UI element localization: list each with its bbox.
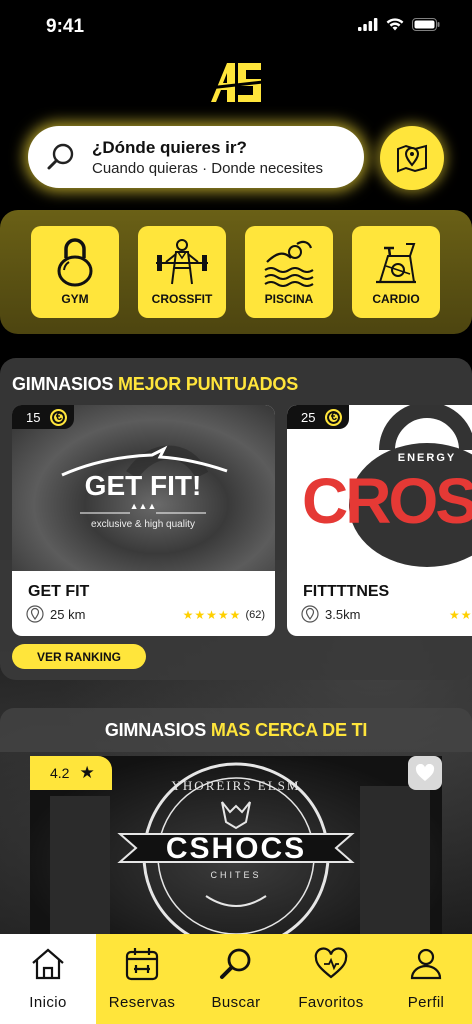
crossfit-logo: ENERGY CROSS	[302, 405, 472, 567]
gym-card[interactable]: GET FIT! ▲▲▲ exclusive & high quality 15…	[12, 405, 275, 636]
gym-card[interactable]: ENERGY CROSS 25 € FITTTTNES 3.5km ★★	[287, 405, 472, 636]
price-badge: 15 €	[12, 405, 74, 429]
gym-rating: ★★	[449, 608, 472, 622]
rating-value: 4.2	[50, 765, 70, 781]
nav-label: Favoritos	[298, 994, 364, 1011]
search-icon	[220, 948, 251, 979]
category-gym[interactable]: GYM	[31, 226, 119, 318]
battery-icon	[412, 18, 440, 31]
weightlifter-icon	[156, 239, 208, 285]
kettlebell-icon	[57, 238, 93, 287]
location-pin-icon	[26, 605, 44, 623]
gym-rating: ★★★★★ (62)	[183, 608, 265, 622]
user-icon	[410, 948, 442, 980]
swimmer-icon	[264, 240, 314, 287]
star-icons: ★★	[449, 608, 472, 622]
get-fit-logo-tagline: exclusive & high quality	[91, 519, 195, 530]
gym-card-image: GET FIT! ▲▲▲ exclusive & high quality	[12, 405, 275, 571]
emblem-arc-text: YHOREIRS ELSM	[172, 778, 301, 793]
search-bar[interactable]: ¿Dónde quieres ir? Cuando quieras · Dond…	[28, 126, 364, 188]
wifi-icon	[386, 18, 404, 31]
crossfit-logo-big: CROSS	[302, 465, 472, 537]
category-panel: GYM CROSSFIT PISCINA CARDIO	[0, 210, 472, 334]
gym-distance: 25 km	[26, 605, 85, 623]
nav-item-favoritos[interactable]: Favoritos	[284, 934, 378, 1024]
status-time: 9:41	[46, 16, 85, 37]
rating-badge: 4.2 ★	[30, 756, 112, 790]
category-cardio[interactable]: CARDIO	[352, 226, 440, 318]
status-bar: 9:41	[0, 0, 472, 52]
nav-item-inicio[interactable]: Inicio	[0, 934, 96, 1024]
section-title-highlight: MEJOR PUNTUADOS	[118, 374, 299, 394]
nav-label: Perfil	[407, 994, 445, 1011]
category-crossfit[interactable]: CROSSFIT	[138, 226, 226, 318]
nav-label: Inicio	[29, 994, 67, 1011]
app-logo	[208, 63, 264, 102]
category-label: GYM	[61, 292, 89, 306]
emblem-subtitle: CHITES	[210, 870, 261, 880]
search-title: ¿Dónde quieres ir?	[92, 137, 247, 157]
search-text: ¿Dónde quieres ir? Cuando quieras · Dond…	[92, 138, 323, 177]
map-button[interactable]	[380, 126, 444, 190]
euro-coin-icon: €	[325, 408, 343, 426]
nav-item-perfil[interactable]: Perfil	[380, 934, 472, 1024]
section-title: GIMNASIOS MEJOR PUNTUADOS	[12, 374, 298, 395]
category-piscina[interactable]: PISCINA	[245, 226, 333, 318]
best-rated-section: GIMNASIOS MEJOR PUNTUADOS GET FIT! ▲▲▲ e…	[0, 358, 472, 680]
section-title-highlight: MAS CERCA DE TI	[210, 720, 368, 740]
nav-label: Reservas	[108, 994, 176, 1011]
gym-name: FITTTTNES	[303, 583, 390, 600]
section-title-white: GIMNASIOS	[104, 720, 211, 740]
get-fit-logo: GET FIT! ▲▲▲ exclusive & high quality	[61, 445, 228, 530]
get-fit-logo-title: GET FIT!	[85, 470, 202, 501]
price-value: 15	[26, 409, 41, 425]
nav-item-reservas[interactable]: Reservas	[96, 934, 188, 1024]
star-icons: ★★★★★	[182, 608, 242, 622]
stationary-bike-icon	[376, 243, 416, 284]
search-subtitle: Cuando quieras · Donde necesites	[92, 159, 323, 177]
map-pin-icon	[397, 144, 427, 173]
status-icons	[358, 18, 440, 31]
category-label: CROSSFIT	[151, 292, 213, 306]
gym-card-image: ENERGY CROSS	[287, 405, 472, 571]
svg-text:▲▲▲: ▲▲▲	[130, 501, 157, 511]
view-ranking-button[interactable]: VER RANKING	[12, 644, 146, 669]
price-value: 25	[301, 409, 316, 425]
distance-value: 3.5km	[325, 606, 361, 622]
nearby-section-header: GIMNASIOS MAS CERCA DE TI	[0, 708, 472, 752]
calendar-icon	[125, 948, 159, 981]
section-title: GIMNASIOS MAS CERCA DE TI	[0, 720, 472, 741]
search-icon	[47, 143, 74, 170]
home-icon	[32, 948, 64, 980]
bottom-navigation: Inicio Reservas Buscar Favoritos Perfil	[0, 934, 472, 1024]
favorite-button[interactable]	[408, 756, 442, 790]
heart-icon	[314, 947, 348, 979]
crossfit-logo-small: ENERGY	[398, 452, 456, 464]
signal-icon	[358, 18, 378, 31]
location-pin-icon	[301, 605, 319, 623]
gym-distance: 3.5km	[301, 605, 360, 623]
heart-icon	[415, 764, 435, 781]
section-title-white: GIMNASIOS	[12, 374, 119, 394]
gym-name: GET FIT	[28, 583, 90, 600]
distance-value: 25 km	[50, 606, 86, 622]
nav-item-buscar[interactable]: Buscar	[190, 934, 282, 1024]
nav-label: Buscar	[211, 994, 261, 1011]
category-label: CARDIO	[372, 292, 420, 306]
emblem-name: CSHOCS	[166, 832, 306, 865]
star-icon: ★	[79, 763, 95, 782]
review-count: (62)	[245, 609, 265, 621]
category-label: PISCINA	[264, 292, 314, 306]
euro-coin-icon: €	[50, 408, 68, 426]
price-badge: 25 €	[287, 405, 349, 429]
